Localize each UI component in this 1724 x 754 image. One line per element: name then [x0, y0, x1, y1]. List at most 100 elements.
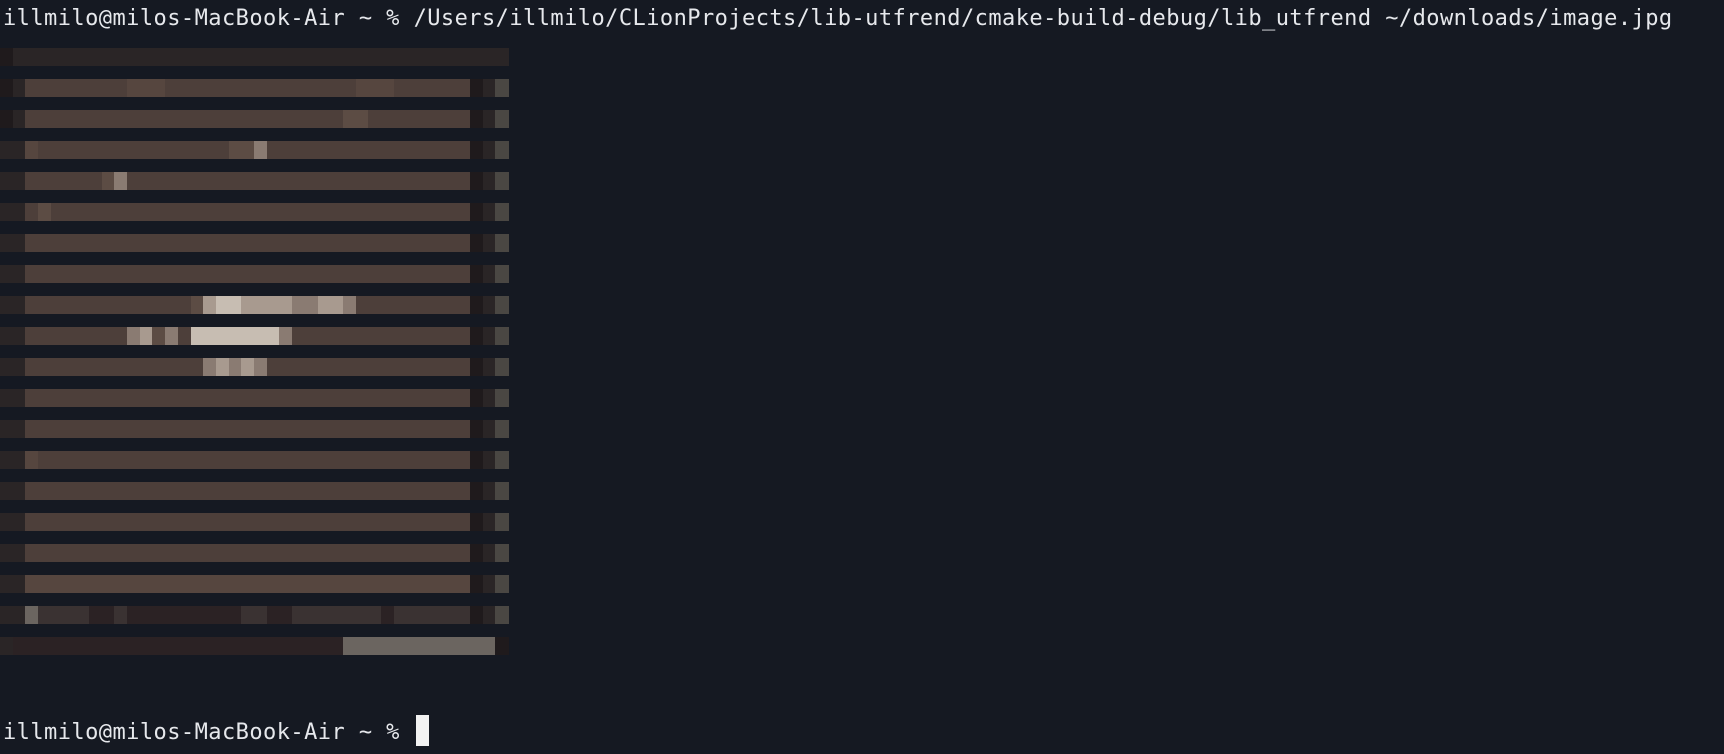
pixel-cell [431, 513, 446, 531]
pixel-cell [279, 544, 293, 562]
pixel-cell [292, 358, 306, 376]
pixel-cell [152, 482, 166, 500]
pixel-cell [114, 575, 128, 593]
pixel-cell [177, 296, 192, 314]
pixel-cell [495, 358, 509, 376]
pixel-cell [177, 141, 192, 159]
pixel-cell [444, 327, 458, 345]
pixel-cell [495, 48, 509, 66]
pixel-cell [292, 637, 306, 655]
pixel-cell [127, 203, 141, 221]
pixel-cell [266, 637, 280, 655]
pixel-cell [279, 234, 293, 252]
pixel-cell [190, 513, 204, 531]
pixel-cell [431, 110, 446, 128]
pixel-cell [406, 637, 420, 655]
pixel-cell [88, 575, 103, 593]
pixel-cell [38, 451, 52, 469]
pixel-cell [482, 513, 496, 531]
pixel-cell [165, 389, 179, 407]
pixel-row [0, 203, 563, 221]
pixel-cell [215, 389, 230, 407]
prompt-line[interactable]: illmilo@milos-MacBook-Air ~ % [3, 715, 429, 746]
pixel-cell [406, 513, 420, 531]
pixel-cell [228, 265, 242, 283]
pixel-cell [203, 606, 217, 624]
pixel-cell [355, 296, 369, 314]
pixel-cell [419, 296, 433, 314]
terminal-window[interactable]: illmilo@milos-MacBook-Air ~ % /Users/ill… [0, 0, 1724, 754]
pixel-cell [330, 637, 344, 655]
pixel-cell [165, 203, 179, 221]
pixel-cell [139, 451, 153, 469]
pixel-cell [419, 141, 433, 159]
pixel-cell [25, 141, 39, 159]
pixel-cell [495, 606, 509, 624]
pixel-cell [228, 606, 242, 624]
pixel-cell [393, 265, 407, 283]
pixel-cell [355, 110, 369, 128]
pixel-cell [139, 48, 153, 66]
pixel-cell [279, 482, 293, 500]
pixel-cell [228, 358, 242, 376]
pixel-cell [457, 296, 471, 314]
pixel-cell [12, 265, 26, 283]
pixel-cell [76, 48, 90, 66]
pixel-cell [101, 79, 115, 97]
pixel-cell [317, 327, 331, 345]
pixel-cell [152, 48, 166, 66]
pixel-cell [241, 79, 255, 97]
pixel-cell [76, 172, 90, 190]
pixel-cell [38, 48, 52, 66]
pixel-cell [330, 265, 344, 283]
pixel-cell [50, 172, 65, 190]
pixel-cell [0, 513, 14, 531]
pixel-cell [495, 141, 509, 159]
pixel-cell [457, 327, 471, 345]
pixel-cell [342, 420, 357, 438]
pixel-cell [190, 265, 204, 283]
pixel-cell [63, 79, 77, 97]
pixel-cell [419, 48, 433, 66]
pixel-cell [482, 358, 496, 376]
pixel-cell [139, 265, 153, 283]
pixel-cell [0, 172, 14, 190]
pixel-row [0, 265, 563, 283]
pixel-cell [266, 606, 280, 624]
pixel-cell [101, 544, 115, 562]
pixel-cell [38, 389, 52, 407]
pixel-cell [50, 79, 65, 97]
pixel-cell [114, 358, 128, 376]
pixel-cell [266, 451, 280, 469]
pixel-cell [101, 296, 115, 314]
pixel-cell [381, 606, 395, 624]
pixel-cell [279, 637, 293, 655]
pixel-cell [393, 48, 407, 66]
pixel-cell [342, 327, 357, 345]
pixel-cell [431, 637, 446, 655]
pixel-cell [0, 482, 14, 500]
pixel-cell [177, 203, 192, 221]
pixel-cell [330, 327, 344, 345]
pixel-cell [50, 265, 65, 283]
pixel-cell [393, 172, 407, 190]
pixel-cell [152, 544, 166, 562]
pixel-cell [342, 451, 357, 469]
pixel-cell [190, 79, 204, 97]
pixel-cell [63, 110, 77, 128]
pixel-cell [241, 296, 255, 314]
pixel-cell [12, 203, 26, 221]
pixel-cell [279, 265, 293, 283]
pixel-cell [330, 575, 344, 593]
pixel-cell [12, 172, 26, 190]
pixel-cell [304, 637, 319, 655]
pixel-cell [215, 48, 230, 66]
pixel-cell [152, 265, 166, 283]
pixel-cell [12, 575, 26, 593]
pixel-cell [444, 606, 458, 624]
pixel-cell [241, 48, 255, 66]
pixel-cell [254, 48, 268, 66]
pixel-cell [177, 234, 192, 252]
pixel-cell [50, 48, 65, 66]
command-text: /Users/illmilo/CLionProjects/lib-utfrend… [413, 6, 1673, 31]
